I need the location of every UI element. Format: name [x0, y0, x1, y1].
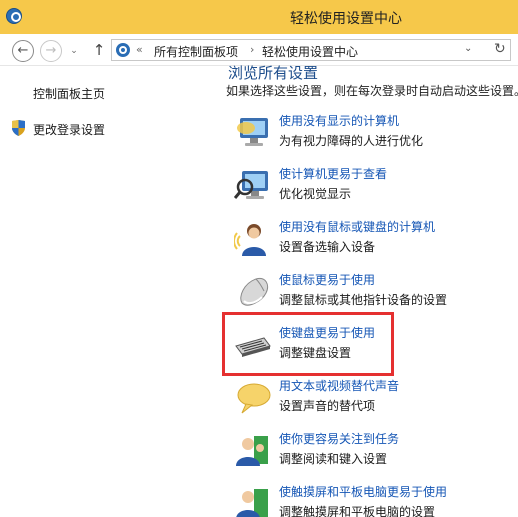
link-description: 调整触摸屏和平板电脑的设置 [279, 505, 436, 517]
section-heading: 浏览所有设置 [228, 64, 319, 82]
link-description: 调整鼠标或其他指针设备的设置 [279, 293, 448, 307]
refresh-icon[interactable]: ↻ [494, 41, 506, 57]
back-button[interactable]: ← [12, 40, 34, 62]
sidebar-item-control-panel-home[interactable]: 控制面板主页 [33, 85, 105, 102]
link-use-without-display[interactable]: 使用没有显示的计算机 [279, 112, 399, 129]
section-description: 如果选择这些设置，则在每次登录时自动启动这些设置。 [226, 84, 518, 98]
address-bar[interactable]: « 所有控制面板项 › 轻松使用设置中心 ⌄ ↻ [111, 39, 511, 61]
link-description: 调整阅读和键入设置 [279, 452, 388, 466]
link-use-without-mouse-or-keyboard[interactable]: 使用没有鼠标或键盘的计算机 [279, 218, 435, 235]
up-button[interactable]: ↑ [88, 40, 110, 62]
monitor-icon [237, 118, 268, 146]
sidebar-item-change-sign-in-settings[interactable]: 更改登录设置 [33, 121, 105, 138]
window-title: 轻松使用设置中心 [290, 11, 402, 27]
uac-shield-icon [12, 120, 25, 136]
speech-bubble-icon [237, 383, 271, 414]
title-bar: 轻松使用设置中心 [0, 0, 518, 34]
user-speech-icon [234, 224, 266, 256]
main-content: 浏览所有设置 如果选择这些设置，则在每次登录时自动启动这些设置。 使用没有显示的… [222, 64, 518, 517]
breadcrumb-all-control-panel-items[interactable]: 所有控制面板项 [154, 43, 238, 60]
list-item: 使你更容易关注到任务 调整阅读和键入设置 [232, 430, 518, 478]
sidebar: 控制面板主页 更改登录设置 [0, 66, 222, 517]
control-panel-icon[interactable] [6, 8, 22, 24]
link-make-computer-easier-to-see[interactable]: 使计算机更易于查看 [279, 165, 387, 182]
breadcrumb-separator[interactable]: › [250, 43, 254, 56]
link-description: 优化视觉显示 [279, 187, 352, 201]
list-item: 使用没有显示的计算机 为有视力障碍的人进行优化 [232, 112, 518, 160]
magnifier-monitor-icon [234, 171, 268, 199]
link-make-touch-and-tablets-easier-to-use[interactable]: 使触摸屏和平板电脑更易于使用 [279, 483, 447, 500]
address-dropdown-chevron-icon[interactable]: ⌄ [464, 43, 472, 54]
link-make-mouse-easier-to-use[interactable]: 使鼠标更易于使用 [279, 271, 375, 288]
control-panel-icon [116, 43, 130, 57]
link-description: 设置备选输入设备 [279, 240, 376, 254]
link-text-or-visual-alternatives-for-sounds[interactable]: 用文本或视频替代声音 [279, 377, 399, 394]
touch-tablet-icon [236, 489, 268, 517]
breadcrumb-overflow[interactable]: « [136, 43, 143, 56]
forward-button[interactable]: → [40, 40, 62, 62]
list-item: 使计算机更易于查看 优化视觉显示 [232, 165, 518, 213]
link-make-it-easier-to-focus-on-tasks[interactable]: 使你更容易关注到任务 [279, 430, 399, 447]
list-item: 使用没有鼠标或键盘的计算机 设置备选输入设备 [232, 218, 518, 266]
mouse-icon [240, 277, 269, 306]
highlight-box [222, 312, 394, 376]
link-description: 为有视力障碍的人进行优化 [279, 134, 424, 148]
users-green-icon [236, 436, 268, 466]
breadcrumb-ease-of-access-center[interactable]: 轻松使用设置中心 [262, 43, 358, 60]
list-item: 用文本或视频替代声音 设置声音的替代项 [232, 377, 518, 425]
link-description: 设置声音的替代项 [279, 399, 376, 413]
list-item: 使触摸屏和平板电脑更易于使用 调整触摸屏和平板电脑的设置 [232, 483, 518, 517]
recent-locations-chevron-icon[interactable]: ⌄ [68, 40, 80, 62]
